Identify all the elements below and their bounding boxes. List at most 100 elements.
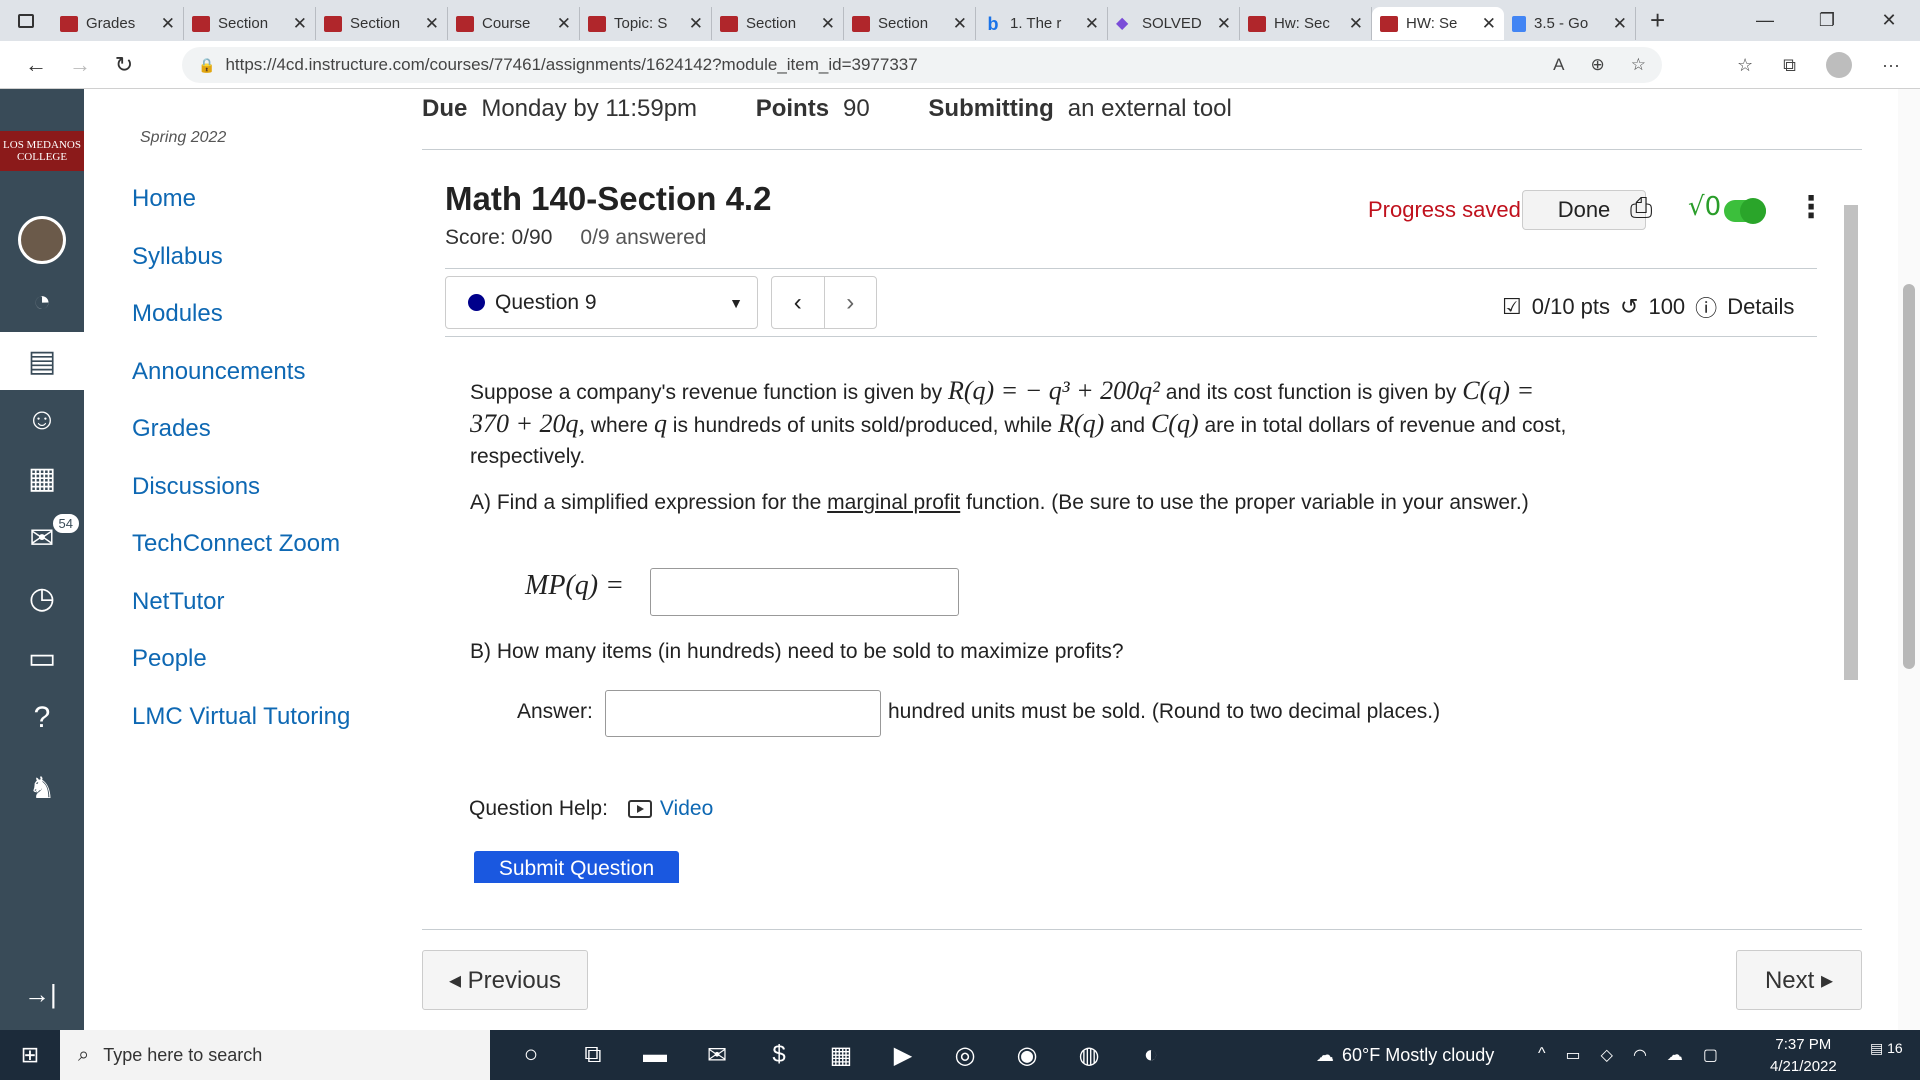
battery-icon[interactable]: ▭: [1566, 1045, 1581, 1065]
question-select[interactable]: Question 9 ▼: [445, 276, 758, 329]
mail-icon[interactable]: ✉: [686, 1030, 748, 1080]
done-button[interactable]: Done: [1522, 190, 1646, 230]
details-link[interactable]: Details: [1727, 294, 1794, 320]
inbox-icon[interactable]: ✉ 54: [0, 509, 84, 567]
browser-tab[interactable]: Section ✕: [184, 7, 316, 40]
meet-icon[interactable]: ◇: [1601, 1045, 1613, 1065]
course-nav-nettutor[interactable]: NetTutor: [132, 588, 224, 616]
history-icon[interactable]: ◷: [0, 569, 84, 627]
read-aloud-icon[interactable]: A: [1553, 55, 1564, 75]
app-icon[interactable]: $: [748, 1030, 810, 1080]
course-nav-announcements[interactable]: Announcements: [132, 358, 305, 386]
store-icon[interactable]: ▦: [810, 1030, 872, 1080]
back-icon[interactable]: ←: [14, 52, 58, 78]
close-window-icon[interactable]: ✕: [1858, 0, 1920, 41]
onedrive-icon[interactable]: ☁: [1667, 1045, 1683, 1065]
favorites-icon[interactable]: ☆: [1737, 55, 1753, 76]
windows-start-icon[interactable]: ⊞: [0, 1030, 60, 1080]
more-icon[interactable]: ···: [1882, 55, 1900, 76]
chevron-up-icon[interactable]: ^: [1538, 1045, 1546, 1065]
clock[interactable]: 7:37 PM 4/21/2022: [1770, 1034, 1837, 1078]
edge-dev-icon[interactable]: ◎: [934, 1030, 996, 1080]
profile-avatar[interactable]: [1826, 52, 1853, 78]
youtube-icon[interactable]: ▶: [872, 1030, 934, 1080]
browser-tab-active[interactable]: HW: Se ✕: [1372, 7, 1504, 40]
minimize-icon[interactable]: —: [1734, 0, 1796, 41]
close-icon[interactable]: ✕: [1217, 14, 1231, 34]
collections-icon[interactable]: ⧉: [1783, 55, 1796, 76]
forward-icon[interactable]: →: [58, 52, 102, 78]
page-scrollbar[interactable]: [1898, 89, 1920, 1030]
new-tab-icon[interactable]: +: [1650, 5, 1665, 36]
collapse-nav-icon[interactable]: →|: [24, 979, 57, 1010]
account-nav[interactable]: [0, 211, 84, 269]
math-entry-toggle[interactable]: [1724, 198, 1766, 224]
close-icon[interactable]: ✕: [1085, 14, 1099, 34]
course-nav-discussions[interactable]: Discussions: [132, 473, 260, 501]
add-favorite-icon[interactable]: ☆: [1631, 55, 1646, 75]
course-nav-lmc-virtual-tutoring[interactable]: LMC Virtual Tutoring: [132, 703, 350, 731]
browser-tab[interactable]: Section ✕: [844, 7, 976, 40]
studio-icon[interactable]: ▭: [0, 629, 84, 687]
browser-tab[interactable]: Grades ✕: [52, 7, 184, 40]
course-nav-home[interactable]: Home: [132, 185, 196, 213]
scroll-thumb[interactable]: [1903, 284, 1915, 669]
previous-button[interactable]: ◂ Previous: [422, 950, 588, 1010]
browser-tab[interactable]: Section ✕: [316, 7, 448, 40]
game-app-icon[interactable]: ◐: [1120, 1030, 1182, 1080]
display-icon[interactable]: ▢: [1703, 1045, 1718, 1065]
cortana-icon[interactable]: ○: [500, 1030, 562, 1080]
print-icon[interactable]: ⎙: [1630, 192, 1652, 225]
browser-tab[interactable]: Hw: Sec ✕: [1240, 7, 1372, 40]
tab-actions-icon[interactable]: [0, 0, 52, 41]
zoom-icon[interactable]: ⊕: [1591, 55, 1605, 75]
browser-tab[interactable]: Topic: S ✕: [580, 7, 712, 40]
video-link[interactable]: Video: [627, 797, 713, 821]
courses-icon[interactable]: ▤: [0, 332, 84, 390]
browser-tab[interactable]: Course ✕: [448, 7, 580, 40]
marginal-profit-link[interactable]: marginal profit: [827, 491, 960, 514]
close-icon[interactable]: ✕: [953, 14, 967, 34]
college-logo[interactable]: LOS MEDANOS COLLEGE: [0, 131, 84, 171]
file-explorer-icon[interactable]: ▬: [624, 1030, 686, 1080]
marginal-profit-input[interactable]: [650, 568, 959, 616]
course-nav-grades[interactable]: Grades: [132, 415, 211, 443]
question-scrollbar[interactable]: [1842, 180, 1860, 880]
calendar-icon[interactable]: ▦: [0, 449, 84, 507]
restore-icon[interactable]: ❐: [1796, 0, 1858, 41]
wifi-icon[interactable]: ◠: [1633, 1045, 1647, 1065]
close-icon[interactable]: ✕: [161, 14, 175, 34]
scroll-thumb[interactable]: [1844, 205, 1858, 680]
close-icon[interactable]: ✕: [293, 14, 307, 34]
previous-question-button[interactable]: ‹: [772, 277, 824, 328]
course-nav-techconnect-zoom[interactable]: TechConnect Zoom: [132, 530, 340, 558]
help-icon[interactable]: ?: [0, 689, 84, 747]
close-icon[interactable]: ✕: [1482, 14, 1496, 34]
close-icon[interactable]: ✕: [1613, 14, 1627, 34]
close-icon[interactable]: ✕: [821, 14, 835, 34]
url-input[interactable]: 🔒 https://4cd.instructure.com/courses/77…: [182, 47, 1662, 83]
close-icon[interactable]: ✕: [689, 14, 703, 34]
course-nav-modules[interactable]: Modules: [132, 300, 223, 328]
groups-icon[interactable]: ☺: [0, 391, 84, 449]
close-icon[interactable]: ✕: [557, 14, 571, 34]
answer-input[interactable]: [605, 690, 881, 737]
more-options-icon[interactable]: ⋮: [1796, 190, 1826, 225]
browser-tab[interactable]: b 1. The r ✕: [976, 7, 1108, 40]
taskbar-search-input[interactable]: ⌕ Type here to search: [60, 1030, 490, 1080]
submit-question-button[interactable]: Submit Question: [474, 851, 679, 883]
next-question-button[interactable]: ›: [823, 277, 877, 328]
next-button[interactable]: Next ▸: [1736, 950, 1862, 1010]
close-icon[interactable]: ✕: [1349, 14, 1363, 34]
info-icon[interactable]: ⓘ: [1695, 291, 1717, 323]
browser-tab[interactable]: Section ✕: [712, 7, 844, 40]
weather-widget[interactable]: ☁ 60°F Mostly cloudy: [1316, 1045, 1494, 1066]
edge-icon[interactable]: ◉: [996, 1030, 1058, 1080]
course-nav-syllabus[interactable]: Syllabus: [132, 243, 223, 271]
browser-tab[interactable]: ◆ SOLVED ✕: [1108, 7, 1240, 40]
dashboard-icon[interactable]: ◔: [0, 273, 84, 331]
spotify-icon[interactable]: ◍: [1058, 1030, 1120, 1080]
course-nav-people[interactable]: People: [132, 645, 207, 673]
notifications-icon[interactable]: ▤ 16: [1870, 1040, 1903, 1057]
browser-tab[interactable]: 3.5 - Go ✕: [1504, 7, 1636, 40]
